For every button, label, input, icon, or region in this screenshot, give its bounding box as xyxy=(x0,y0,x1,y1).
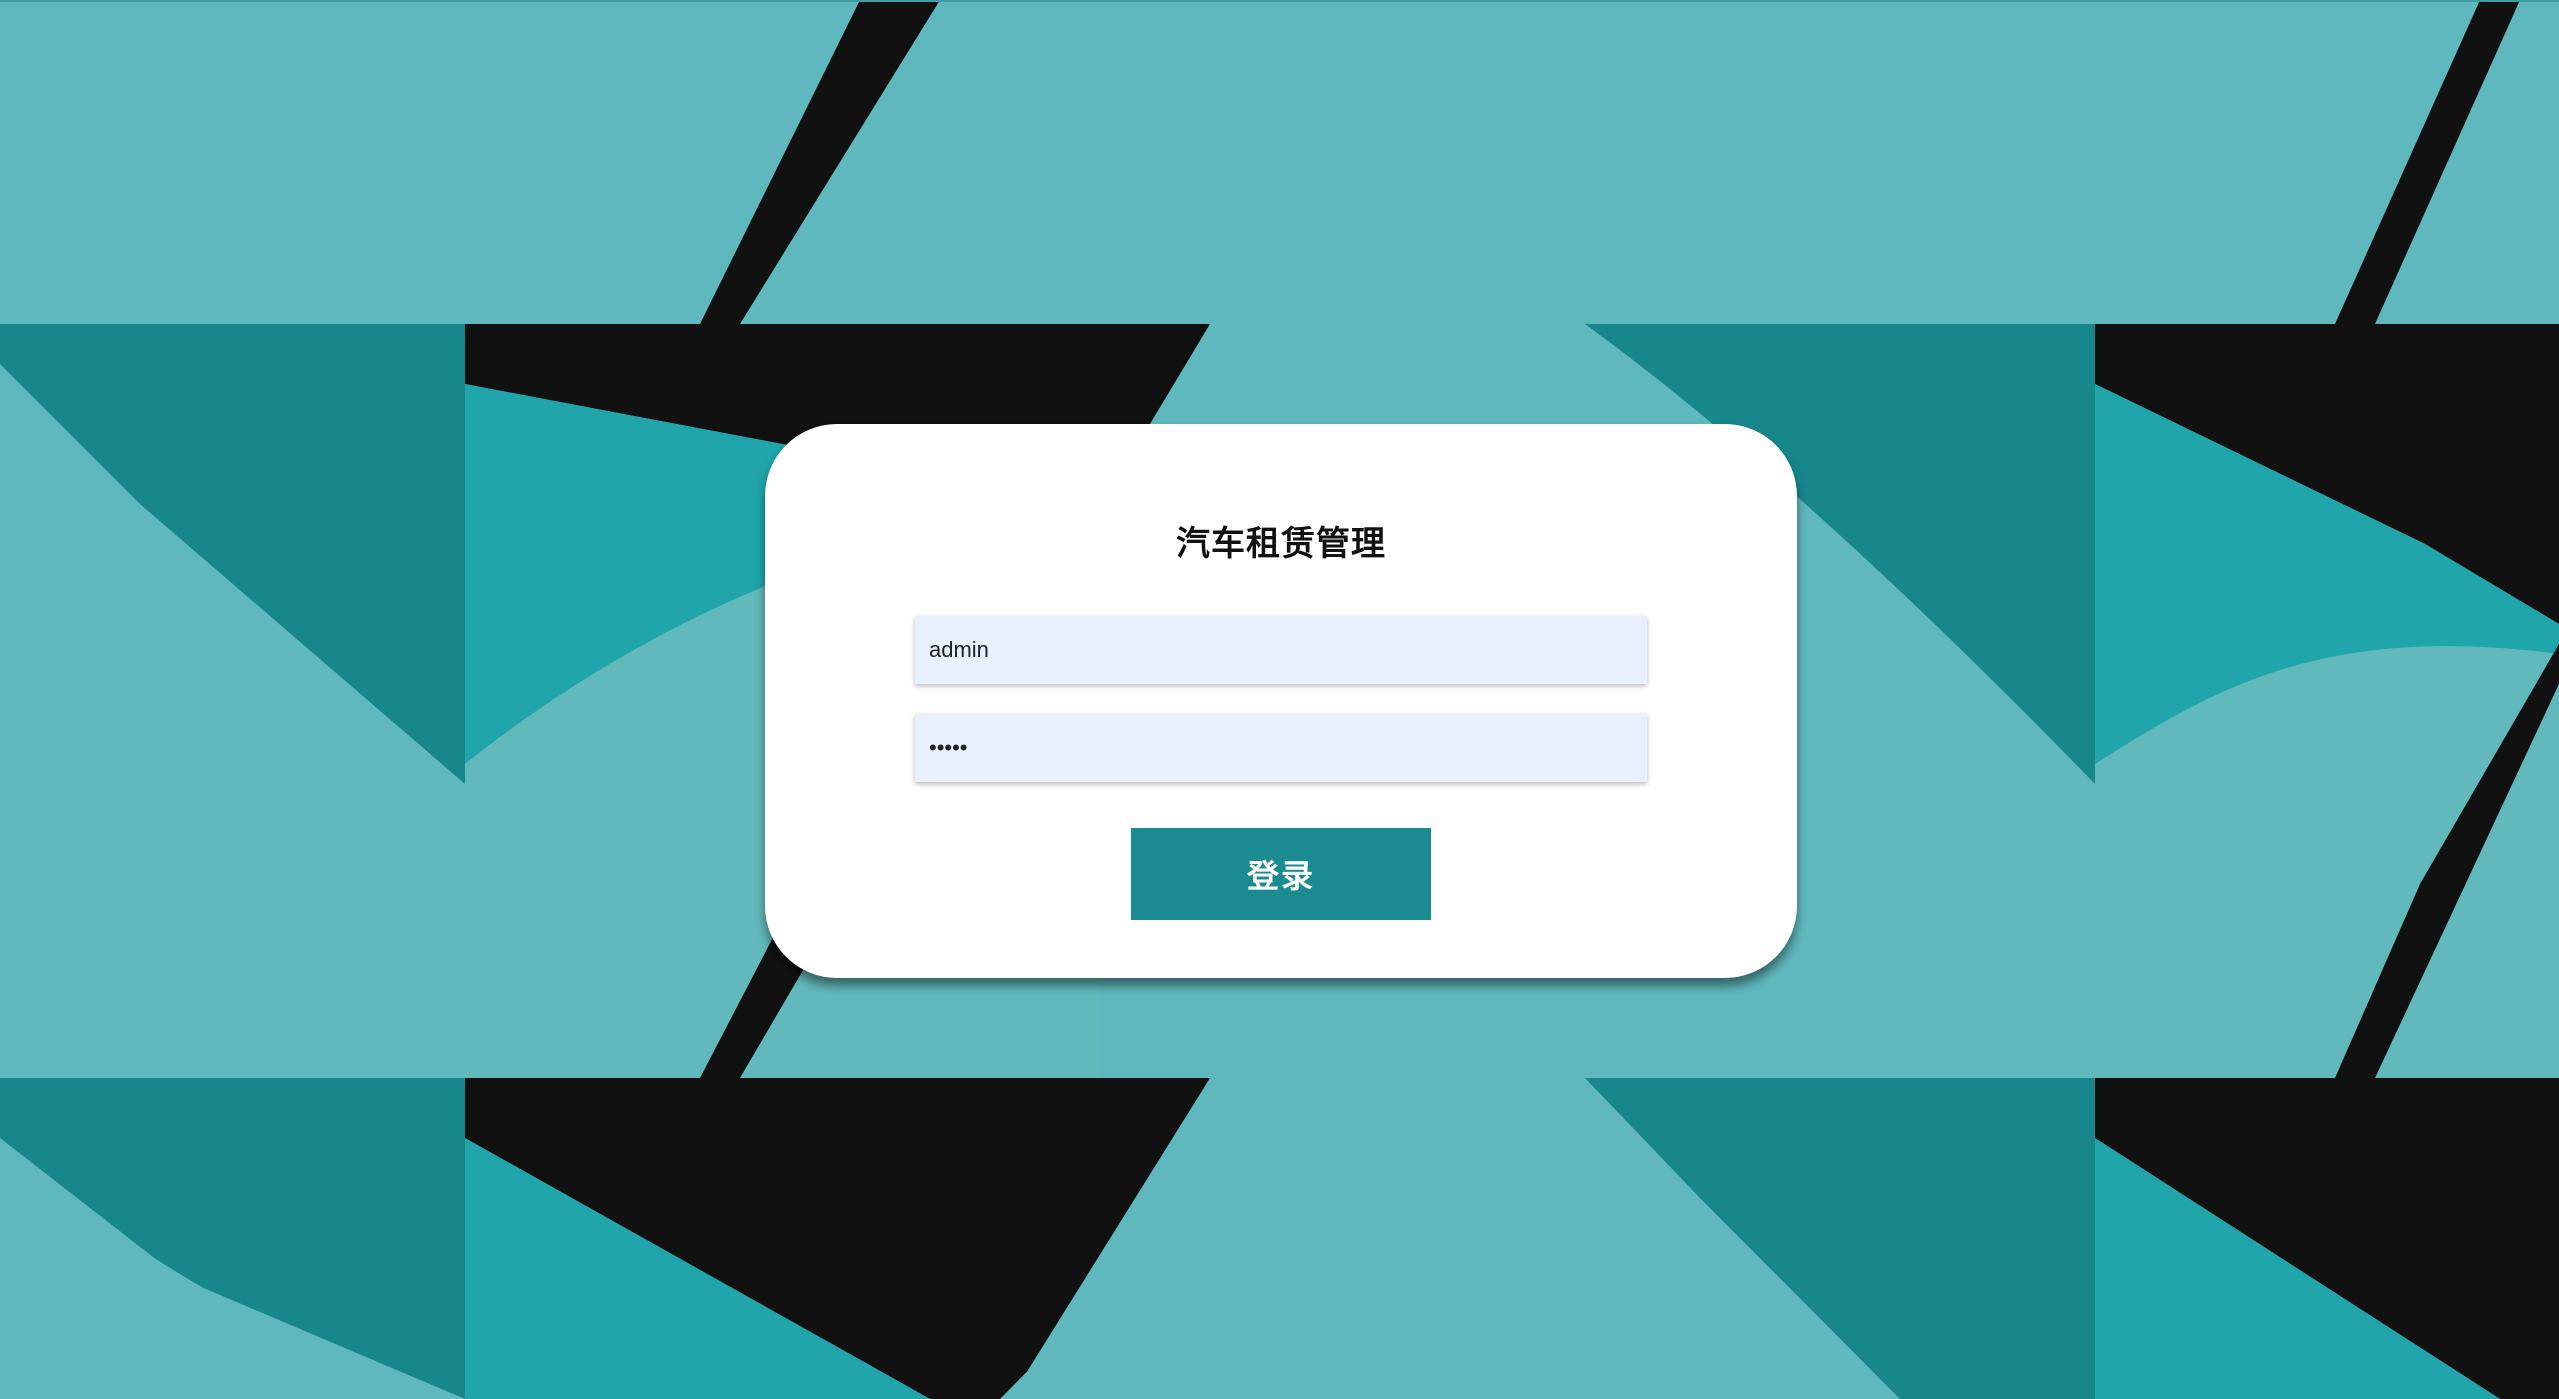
login-button[interactable]: 登录 xyxy=(1131,828,1431,920)
login-title: 汽车租赁管理 xyxy=(1176,524,1386,564)
username-input[interactable] xyxy=(915,616,1647,684)
login-page: 汽车租赁管理 登录 xyxy=(0,0,2559,1399)
login-card: 汽车租赁管理 登录 xyxy=(765,424,1797,978)
password-input[interactable] xyxy=(915,714,1647,782)
